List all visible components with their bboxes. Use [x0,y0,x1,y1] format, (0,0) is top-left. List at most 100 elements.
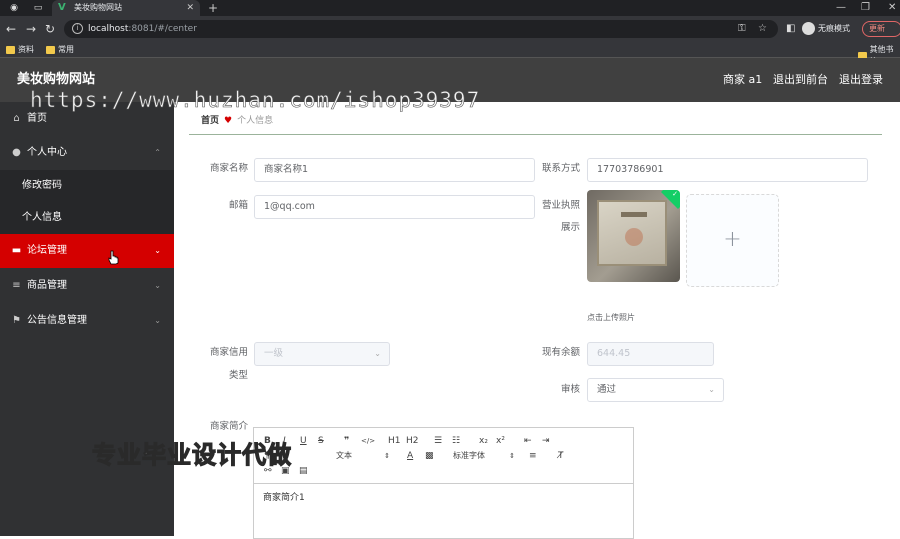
close-window-icon[interactable]: ✕ [888,1,896,15]
browser-menu-icon[interactable]: ◉ [8,2,20,14]
indent-icon[interactable]: ⇥ [542,435,550,447]
clear-format-icon[interactable]: T̸ [558,450,564,462]
sidebar-item-forum[interactable]: ▬ 论坛管理 ⌄ [0,234,174,268]
review-select[interactable]: 通过 ⌄ [587,378,724,402]
select-caret-icon: ⇕ [509,452,515,460]
license-label: 营业执照 [541,200,580,211]
sidebar-item-label: 商品管理 [27,280,67,291]
tab-title: 美妆购物网站 [74,3,122,12]
sidebar-item-change-password[interactable]: 修改密码 [0,170,174,202]
home-icon: ⌂ [13,113,20,124]
profile-label: 无痕模式 [818,24,850,33]
sidebar-item-personal-info[interactable]: 个人信息 [0,202,174,234]
tab-list-icon[interactable]: ▭ [32,2,44,14]
folder-icon [46,46,55,54]
forward-icon[interactable]: → [26,22,36,36]
review-label: 审核 [560,384,580,395]
update-button[interactable]: 更新 [862,21,900,37]
editor-content[interactable]: 商家简介1 [263,492,305,504]
bullet-list-icon[interactable]: ☷ [452,435,460,447]
restore-icon[interactable]: ❐ [861,1,870,15]
sidebar-item-notices[interactable]: ⚑ 公告信息管理 ⌄ [0,304,174,338]
site-info-icon[interactable]: i [72,23,83,34]
intro-label: 商家简介 [209,421,248,432]
email-input[interactable]: 1@qq.com [254,195,535,219]
incognito-avatar-icon [802,22,815,35]
chevron-down-icon: ⌄ [708,385,715,394]
license-label-line2: 展示 [560,222,580,233]
vue-logo-icon: V [58,2,66,13]
strike-button[interactable]: S [318,435,324,447]
video-icon[interactable]: ▤ [299,465,308,477]
code-block-button[interactable]: </> [361,435,375,447]
upload-tip: 点击上传照片 [587,313,635,322]
chevron-up-icon: ⌃ [154,148,161,157]
sidebar: ⌂ 首页 ● 个人中心 ⌃ 修改密码 个人信息 ▬ 论坛管理 ⌄ ≡ 商品管理 … [0,102,174,536]
bookmark-folder[interactable]: 资料 [6,44,34,56]
ordered-list-icon[interactable]: ☰ [434,435,442,447]
back-icon[interactable]: ← [6,22,16,36]
text-color-icon[interactable]: A [407,450,413,462]
underline-button[interactable]: U [300,435,307,447]
user-label: 商家 a1 [723,73,763,86]
user-icon: ● [12,147,21,158]
sidebar-item-label: 公告信息管理 [27,315,87,326]
back-to-front-link[interactable]: 退出到前台 [773,73,828,87]
bookmark-folder[interactable]: 常用 [46,44,74,56]
review-select-value: 通过 [597,384,617,395]
app-title: 美妆购物网站 [17,72,96,87]
font-size-select[interactable]: 文本 ⇕ [336,450,390,462]
key-icon[interactable]: ⚿ [738,23,746,35]
header2-button[interactable]: H2 [406,435,419,447]
chevron-down-icon: ⌄ [374,349,381,358]
merchant-name-input[interactable]: 商家名称1 [254,158,535,182]
contact-input[interactable]: 17703786901 [587,158,868,182]
flag-icon: ⚑ [12,315,21,326]
background-color-icon[interactable]: ▩ [425,450,434,462]
forum-icon: ▬ [11,245,22,256]
reload-icon[interactable]: ↻ [45,22,55,36]
browser-tab[interactable]: V 美妆购物网站 ✕ [52,0,200,16]
email-label: 邮箱 [228,200,248,211]
bookmark-star-icon[interactable]: ☆ [758,23,767,35]
chevron-down-icon: ⌄ [154,316,161,325]
sidebar-item-personal-center[interactable]: ● 个人中心 ⌃ [0,136,174,170]
url-bar[interactable]: i localhost:8081/#/center ⚿ ☆ [64,20,778,38]
address-toolbar: ← → ↻ i localhost:8081/#/center ⚿ ☆ ◧ 无痕… [0,16,900,42]
sidebar-item-label: 修改密码 [22,180,62,191]
editor-toolbar: B I U S ❞ </> H1 H2 ☰ ☷ x₂ x² ⇤ ⇥ ¶ 文本 ⇕ … [254,428,633,484]
logout-link[interactable]: 退出登录 [839,73,883,87]
breadcrumb-home[interactable]: 首页 [201,115,219,127]
balance-label: 现有余额 [541,347,580,358]
incognito-profile[interactable]: 无痕模式 [802,22,850,35]
subscript-button[interactable]: x₂ [479,435,488,447]
bookmarks-bar: 资料 常用 其他书签 [0,42,900,66]
close-tab-icon[interactable]: ✕ [186,2,194,14]
list-icon: ≡ [12,280,21,291]
outdent-icon[interactable]: ⇤ [524,435,532,447]
rich-text-editor: B I U S ❞ </> H1 H2 ☰ ☷ x₂ x² ⇤ ⇥ ¶ 文本 ⇕ … [253,427,634,539]
heart-icon: ♥ [224,116,233,126]
sidebar-item-products[interactable]: ≡ 商品管理 ⌄ [0,269,174,303]
upload-button[interactable]: + [686,194,779,287]
credit-label-line2: 类型 [228,370,248,381]
url-text: localhost:8081/#/center [88,24,197,34]
select-caret-icon: ⇕ [384,452,390,460]
url-watermark: https://www.huzhan.com/ishop39397 [30,88,481,113]
license-photo[interactable]: ✓ [587,190,680,282]
align-icon[interactable]: ≡ [529,450,537,462]
sidebar-panel-icon[interactable]: ◧ [786,22,795,36]
superscript-button[interactable]: x² [496,435,505,447]
license-paper [597,200,667,266]
new-tab-icon[interactable]: + [208,1,218,15]
header1-button[interactable]: H1 [388,435,401,447]
chevron-down-icon: ⌄ [154,281,161,290]
seal-icon [625,228,643,246]
font-family-select[interactable]: 标准字体 ⇕ [453,450,515,462]
sidebar-item-label: 个人信息 [22,212,62,223]
contact-label: 联系方式 [541,163,580,174]
check-icon: ✓ [672,190,678,198]
blockquote-button[interactable]: ❞ [344,435,349,447]
plus-icon: + [723,227,742,252]
minimize-icon[interactable]: — [836,1,846,15]
